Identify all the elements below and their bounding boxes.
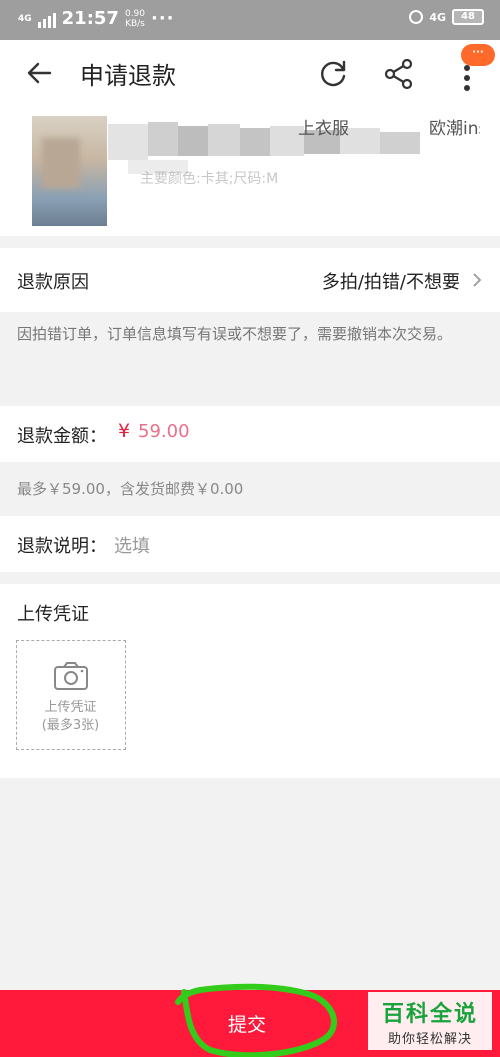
- refund-reason-row[interactable]: 退款原因 多拍/拍错/不想要: [0, 248, 500, 312]
- page-title: 申请退款: [80, 62, 176, 90]
- upload-title: 上传凭证: [17, 604, 89, 625]
- upload-hint: 上传凭证 (最多3张): [17, 699, 124, 735]
- watermark-subtitle: 助你轻松解决: [387, 1032, 472, 1047]
- currency-symbol: ¥: [118, 420, 131, 442]
- chevron-right-icon: [473, 273, 482, 287]
- signal-icon: [37, 10, 56, 28]
- annotation-circle: [175, 983, 337, 1057]
- upload-button[interactable]: 上传凭证 (最多3张): [16, 640, 126, 750]
- product-title: 上衣服 欧潮ins: [150, 114, 480, 139]
- upload-hint-line2: (最多3张): [41, 718, 100, 733]
- network-right-label: 4G: [429, 10, 446, 24]
- app-header: 申请退款 ···: [0, 40, 500, 106]
- watermark: 百科全说 助你轻松解决: [368, 992, 492, 1050]
- refund-reason-label: 退款原因: [17, 272, 89, 293]
- product-spec: 主要颜色:卡其;尺码:M: [140, 171, 279, 187]
- refund-note-label: 退款说明：: [17, 536, 107, 557]
- network-label: 4G: [18, 13, 32, 24]
- refund-amount-note: 最多￥59.00，含发货邮费￥0.00: [17, 480, 244, 498]
- product-card[interactable]: 上衣服 欧潮ins 主要颜色:卡其;尺码:M: [0, 106, 500, 236]
- back-arrow-icon[interactable]: [24, 58, 54, 88]
- net-speed: 0.90 KB/s: [125, 9, 145, 29]
- refresh-icon[interactable]: [316, 57, 350, 91]
- status-bar: 4G 21:57 0.90 KB/s ··· 4G 48: [0, 0, 500, 40]
- alarm-icon: [409, 10, 424, 24]
- refund-amount-label: 退款金额：: [17, 426, 107, 447]
- status-more: ···: [151, 8, 175, 29]
- product-thumbnail: [32, 116, 107, 226]
- refund-amount-row: 退款金额： ¥ 59.00: [0, 406, 500, 462]
- watermark-title: 百科全说: [381, 1002, 478, 1027]
- refund-reason-value[interactable]: 多拍/拍错/不想要: [322, 268, 460, 294]
- upload-hint-line1: 上传凭证: [44, 700, 97, 715]
- share-icon[interactable]: [382, 57, 416, 91]
- upload-section: 上传凭证 上传凭证 (最多3张): [0, 584, 500, 778]
- clock: 21:57: [61, 8, 119, 29]
- camera-icon: [54, 662, 88, 690]
- battery-icon: 48: [452, 9, 484, 25]
- net-speed-value: 0.90: [124, 8, 145, 19]
- product-title-end: 欧潮ins: [429, 119, 480, 139]
- product-title-start: 上衣服: [298, 119, 349, 139]
- refund-note-input[interactable]: 选填: [114, 532, 150, 558]
- refund-reason-description: 因拍错订单，订单信息填写有误或不想要了，需要撤销本次交易。: [17, 325, 453, 343]
- net-speed-unit: KB/s: [125, 18, 145, 29]
- refund-note-row[interactable]: 退款说明： 选填: [0, 516, 500, 572]
- notification-badge: ···: [461, 44, 495, 66]
- refund-amount-value[interactable]: 59.00: [138, 421, 190, 442]
